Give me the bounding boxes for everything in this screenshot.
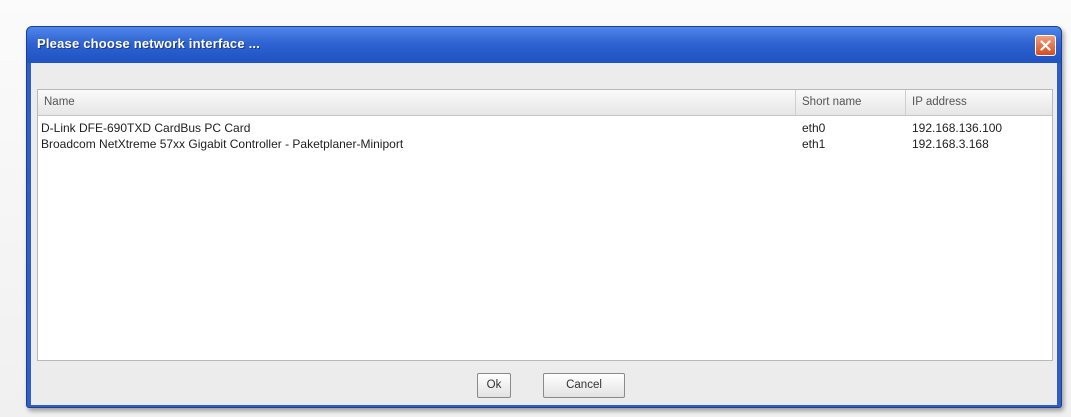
cancel-button[interactable]: Cancel — [543, 373, 625, 398]
cell-name: D-Link DFE-690TXD CardBus PC Card — [41, 121, 251, 135]
close-icon — [1040, 40, 1051, 51]
cell-ip-address: 192.168.3.168 — [912, 137, 989, 151]
cell-ip-address: 192.168.136.100 — [912, 121, 1003, 135]
table-row[interactable]: D-Link DFE-690TXD CardBus PC Card eth0 1… — [38, 120, 1052, 136]
dialog-content: Name Short name IP address D-Link DFE-69… — [31, 63, 1057, 405]
table-header: Name Short name IP address — [38, 90, 1052, 116]
dialog-title-bar[interactable]: Please choose network interface ... — [27, 27, 1061, 63]
ok-button[interactable]: Ok — [477, 373, 511, 398]
close-button[interactable] — [1035, 35, 1056, 56]
dialog-title: Please choose network interface ... — [37, 36, 261, 51]
column-header-ip-address[interactable]: IP address — [906, 90, 1052, 115]
cell-short-name: eth1 — [802, 137, 826, 151]
interface-table: Name Short name IP address D-Link DFE-69… — [37, 89, 1053, 361]
table-row[interactable]: Broadcom NetXtreme 57xx Gigabit Controll… — [38, 136, 1052, 152]
button-bar: Ok Cancel — [31, 363, 1057, 405]
cell-short-name: eth0 — [802, 121, 826, 135]
column-header-name[interactable]: Name — [38, 90, 796, 115]
cell-name: Broadcom NetXtreme 57xx Gigabit Controll… — [41, 137, 404, 151]
network-interface-dialog: Please choose network interface ... Name… — [26, 26, 1062, 408]
column-header-short-name[interactable]: Short name — [796, 90, 906, 115]
